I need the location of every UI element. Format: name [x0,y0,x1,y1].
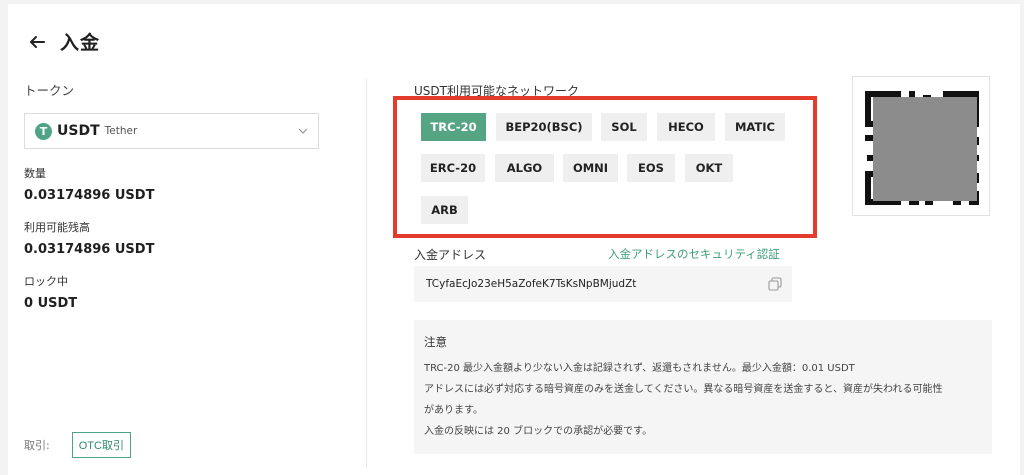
stat-value: 0 USDT [24,296,78,311]
notice-line: アドレスには必ず対応する暗号資産のみを送金してください。異なる暗号資産を送金する… [424,384,943,395]
tether-icon: T [35,122,52,140]
stat-value: 0.03174896 USDT [24,242,155,257]
trade-label: 取引: [24,439,50,452]
divider [366,78,367,468]
token-label: トークン [24,83,75,98]
network-chip-heco[interactable]: HECO [657,113,715,141]
stat-label: ロック中 [24,275,68,288]
deposit-address-field[interactable]: TCyfaEcJo23eH5aZofeK7TsKsNpBMjudZt [414,266,792,302]
page-title: 入金 [60,32,101,54]
notice-box: 注意 TRC-20 最少入金額より少ない入金は記録されず、返還もされません。最少… [414,320,992,454]
otc-trade-button[interactable]: OTC取引 [71,432,131,458]
network-chip-okt[interactable]: OKT [685,154,733,182]
network-chip-matic[interactable]: MATIC [725,113,785,141]
network-chip-trc20[interactable]: TRC-20 [421,113,486,141]
stat-quantity: 数量 0.03174896 USDT [24,165,324,203]
notice-line: TRC-20 最少入金額より少ない入金は記録されず、返還もされません。最少入金額… [424,363,855,374]
token-select[interactable]: T USDT Tether [24,113,319,149]
network-chip-omni[interactable]: OMNI [563,154,618,182]
arrow-left-icon[interactable] [28,33,46,51]
network-chip-arb[interactable]: ARB [421,196,468,224]
stat-label: 利用可能残高 [24,221,90,234]
qr-code [852,76,990,216]
network-chip-algo[interactable]: ALGO [495,154,554,182]
chevron-down-icon [298,128,308,134]
trade-footer: 取引: OTC取引 [24,432,131,458]
stat-available: 利用可能残高 0.03174896 USDT [24,219,324,257]
deposit-address-value: TCyfaEcJo23eH5aZofeK7TsKsNpBMjudZt [426,278,637,290]
stat-label: 数量 [24,167,46,180]
token-section: トークン T USDT Tether 数量 0.03174896 USDT 利用… [24,80,324,311]
address-security-link[interactable]: 入金アドレスのセキュリティ認証 [608,246,780,262]
token-symbol: USDT [57,123,100,139]
qr-code-graphic [865,89,979,205]
address-title: 入金アドレス [414,248,487,262]
page-header: 入金 [28,28,100,55]
copy-icon[interactable] [768,277,782,291]
notice-line: 入金の反映には 20 ブロックでの承認が必要です。 [424,426,653,437]
notice-line: があります。 [424,405,483,416]
network-chip-eos[interactable]: EOS [627,154,675,182]
token-name: Tether [104,125,138,137]
network-chip-sol[interactable]: SOL [601,113,647,141]
network-chip-bep20[interactable]: BEP20(BSC) [496,113,592,141]
notice-title: 注意 [424,335,447,349]
stat-locked: ロック中 0 USDT [24,273,324,311]
network-chip-erc20[interactable]: ERC-20 [421,154,485,182]
stat-value: 0.03174896 USDT [24,188,155,203]
